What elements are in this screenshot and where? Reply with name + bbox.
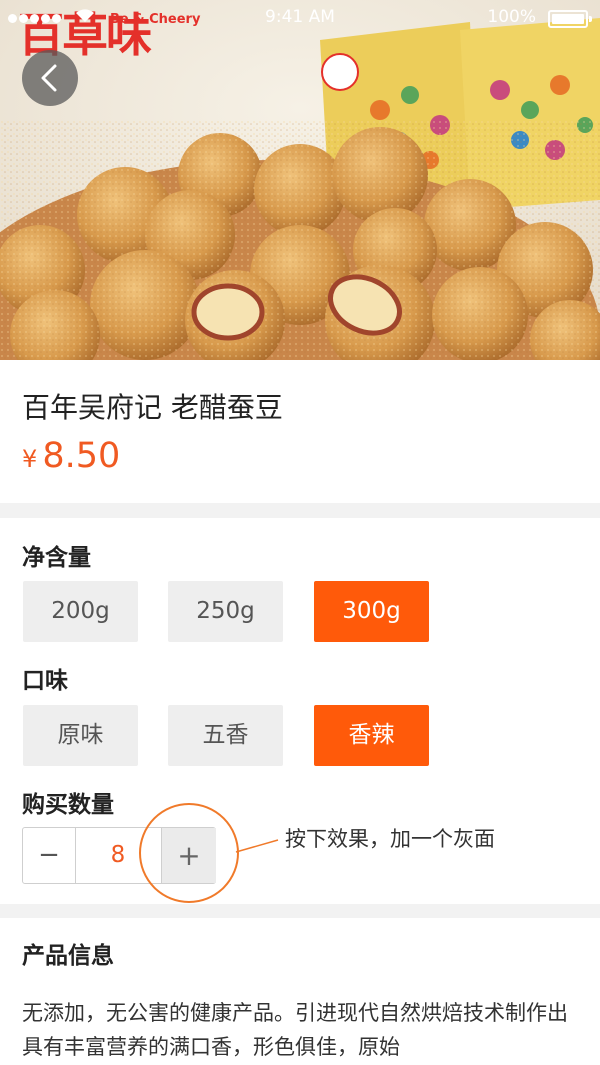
product-title: 百年吴府记 老醋蚕豆 xyxy=(22,391,283,424)
product-price: ¥ 8.50 xyxy=(22,436,120,476)
product-info-title: 产品信息 xyxy=(22,943,114,969)
currency-symbol: ¥ xyxy=(22,445,38,473)
purchase-options: 净含量 200g 250g 300g 口味 原味 五香 香辣 购买数量 − 8 … xyxy=(0,518,600,904)
product-info-section: 产品信息 无添加，无公害的健康产品。引进现代自然烘焙技术制作出具有丰富营养的满口… xyxy=(0,918,600,1065)
back-button[interactable] xyxy=(22,50,78,106)
battery-percent: 100% xyxy=(487,7,536,27)
battery-icon xyxy=(548,10,592,28)
product-info-body: 无添加，无公害的健康产品。引进现代自然烘焙技术制作出具有丰富营养的满口香，形色俱… xyxy=(22,1001,568,1059)
product-summary: 百年吴府记 老醋蚕豆 ¥ 8.50 xyxy=(0,360,600,503)
annotation-note: 按下效果，加一个灰面 xyxy=(285,827,495,851)
chevron-left-icon xyxy=(41,64,57,92)
status-bar: 9:41 AM 100% xyxy=(0,0,600,34)
price-value: 8.50 xyxy=(42,436,121,476)
